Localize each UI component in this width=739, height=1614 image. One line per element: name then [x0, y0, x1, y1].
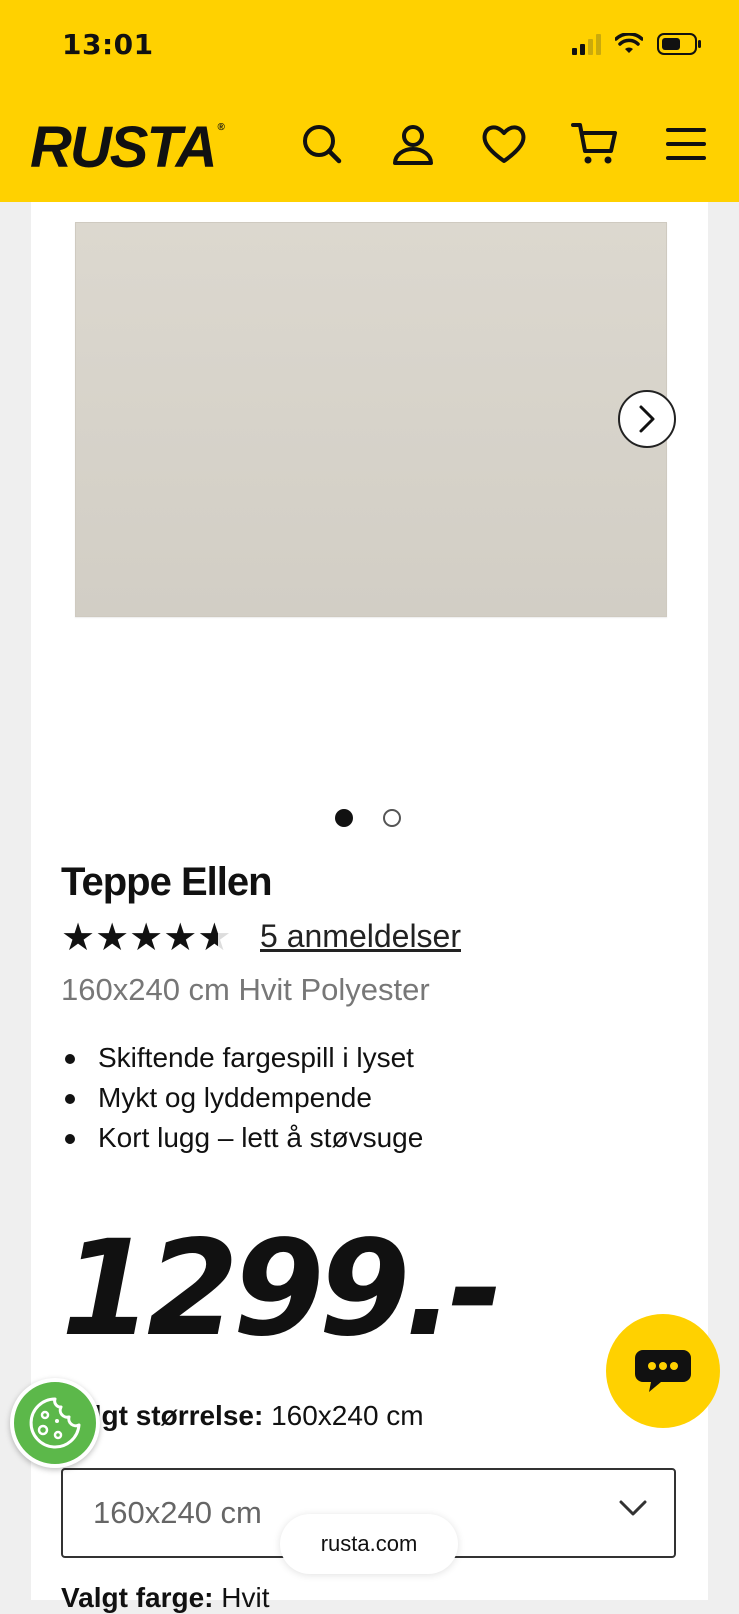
star-icon: ★ ★: [197, 917, 232, 959]
feature-item: Mykt og lyddempende: [61, 1078, 423, 1118]
size-label-value: 160x240 cm: [271, 1400, 424, 1431]
chat-bubble-icon: [635, 1350, 691, 1392]
feature-item: Skiftende fargespill i lyset: [61, 1038, 423, 1078]
selected-color-label: Valgt farge: Hvit: [61, 1582, 270, 1614]
chevron-right-icon: [639, 405, 655, 433]
feature-item: Kort lugg – lett å støvsuge: [61, 1118, 423, 1158]
browser-url-bar[interactable]: rusta.com: [280, 1514, 458, 1574]
product-image[interactable]: [75, 222, 667, 617]
star-icon: ★: [163, 917, 198, 959]
cart-icon[interactable]: [569, 118, 621, 170]
rusta-logo[interactable]: RUSTA ®: [30, 114, 225, 181]
favorites-heart-icon[interactable]: [478, 118, 530, 170]
product-title: Teppe Ellen: [61, 860, 273, 904]
chat-button[interactable]: [606, 1314, 720, 1428]
product-price: 1299.-: [61, 1212, 503, 1366]
rating-stars: ★ ★ ★ ★ ★ ★: [61, 917, 231, 959]
battery-icon: [657, 33, 701, 55]
star-icon: ★: [95, 917, 130, 959]
chevron-down-icon: [619, 1500, 647, 1516]
product-subtitle: 160x240 cm Hvit Polyester: [61, 972, 430, 1007]
star-icon: ★: [129, 917, 164, 959]
selected-size-label: Valgt størrelse: 160x240 cm: [61, 1400, 424, 1432]
color-label-key: Valgt farge:: [61, 1582, 214, 1613]
status-icons: [572, 32, 703, 56]
product-card: Teppe Ellen ★ ★ ★ ★ ★ ★ 5 anmeldelser 160…: [31, 202, 708, 1613]
cookie-icon: [29, 1397, 81, 1449]
cookie-settings-button[interactable]: [10, 1378, 100, 1468]
cellular-signal-icon: [572, 33, 601, 55]
color-label-value: Hvit: [221, 1582, 270, 1613]
wifi-icon: [615, 33, 643, 53]
menu-hamburger-icon[interactable]: [660, 118, 712, 170]
carousel-dot-2[interactable]: [383, 809, 401, 827]
carousel-next-button[interactable]: [618, 390, 676, 448]
star-icon: ★: [61, 917, 96, 959]
size-select-value: 160x240 cm: [93, 1495, 262, 1530]
reviews-link[interactable]: 5 anmeldelser: [260, 918, 461, 955]
carousel-dot-1[interactable]: [335, 809, 353, 827]
app-header: 13:01 RUSTA ®: [0, 0, 739, 202]
account-icon[interactable]: [387, 118, 439, 170]
status-time: 13:01: [62, 28, 154, 61]
feature-list: Skiftende fargespill i lyset Mykt og lyd…: [61, 1038, 423, 1158]
search-icon[interactable]: [296, 118, 348, 170]
carousel-dots: [335, 809, 401, 827]
